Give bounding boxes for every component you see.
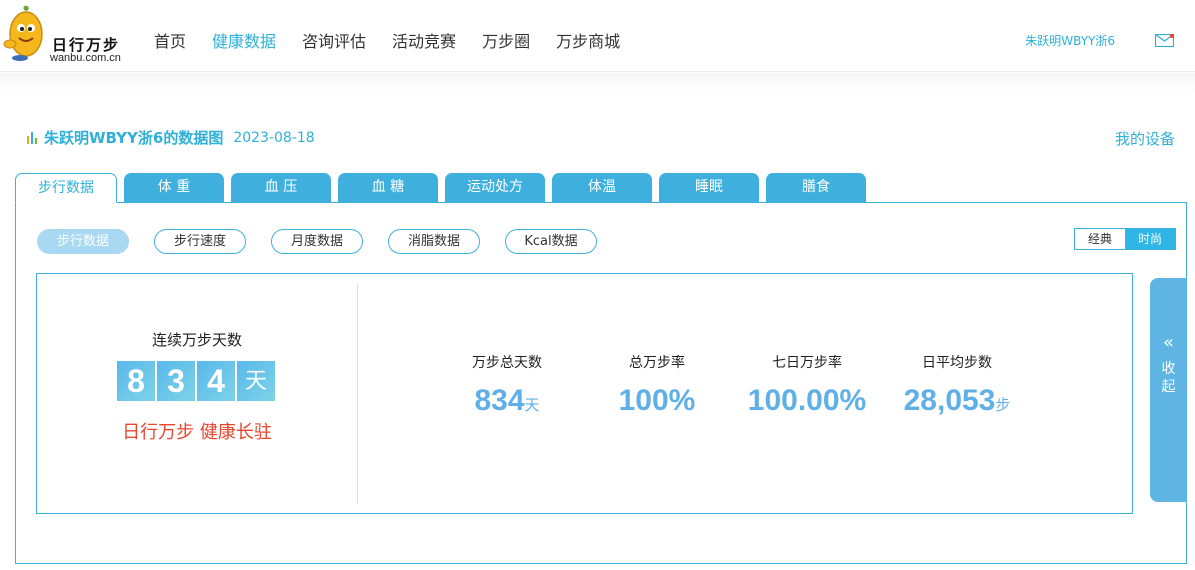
- mascot-icon: [3, 5, 43, 61]
- stat-label: 七日万步率: [772, 355, 842, 371]
- nav-health-data[interactable]: 健康数据: [212, 28, 276, 52]
- stats-box: 连续万步天数 8 3 4 天 日行万步 健康长驻 万步总天数 834天 总万步率…: [36, 273, 1133, 514]
- stat-seven-day-rate: 七日万步率 100.00%: [727, 352, 887, 418]
- top-header: 日行万步 wanbu.com.cn 首页 健康数据 咨询评估 活动竞赛 万步圈 …: [0, 0, 1195, 72]
- slogan: 日行万步 健康长驻: [122, 422, 272, 443]
- main-nav: 首页 健康数据 咨询评估 活动竞赛 万步圈 万步商城: [141, 28, 633, 52]
- collapse-label-line2: 起: [1161, 379, 1176, 395]
- stat-total-days: 万步总天数 834天: [427, 352, 587, 418]
- toggle-classic[interactable]: 经典: [1075, 229, 1125, 249]
- streak-label: 连续万步天数: [151, 331, 242, 349]
- stat-unit: 步: [995, 397, 1011, 414]
- stat-number: 28,053: [903, 384, 996, 417]
- nav-wanbu-circle[interactable]: 万步圈: [482, 28, 530, 52]
- view-toggle: 经典 时尚: [1074, 228, 1176, 250]
- logo-domain: wanbu.com.cn: [50, 52, 121, 64]
- subtab-monthly-data[interactable]: 月度数据: [271, 229, 363, 254]
- subtab-walking-speed[interactable]: 步行速度: [154, 229, 246, 254]
- toggle-fashion[interactable]: 时尚: [1125, 229, 1175, 249]
- logo[interactable]: 日行万步 wanbu.com.cn: [2, 4, 132, 64]
- nav-consult[interactable]: 咨询评估: [302, 28, 366, 52]
- divider: [357, 284, 358, 504]
- tab-temperature[interactable]: 体温: [552, 173, 652, 203]
- title-row: 朱跃明WBYY浙6的数据图 2023-08-18: [27, 127, 315, 148]
- page-title: 朱跃明WBYY浙6的数据图: [44, 129, 224, 147]
- stat-total-rate: 总万步率 100%: [577, 352, 737, 418]
- header-shadow: [0, 73, 1195, 97]
- streak-digit: 3: [157, 361, 195, 401]
- subtab-walking-data[interactable]: 步行数据: [37, 229, 129, 254]
- subtab-fat-burn[interactable]: 消脂数据: [388, 229, 480, 254]
- stat-label: 日平均步数: [922, 355, 992, 371]
- stat-number: 100.00%: [747, 384, 867, 417]
- tab-blood-sugar[interactable]: 血 糖: [338, 173, 438, 203]
- nav-mall[interactable]: 万步商城: [556, 28, 620, 52]
- user-name-link[interactable]: 朱跃明WBYY浙6: [1025, 32, 1115, 49]
- tab-exercise-prescription[interactable]: 运动处方: [445, 173, 545, 203]
- nav-activities[interactable]: 活动竞赛: [392, 28, 456, 52]
- subtab-kcal[interactable]: Kcal数据: [505, 229, 597, 254]
- mail-icon[interactable]: [1155, 34, 1174, 47]
- streak-digit: 4: [197, 361, 235, 401]
- stat-label: 万步总天数: [472, 355, 542, 371]
- tab-diet[interactable]: 膳食: [766, 173, 866, 203]
- my-device-link[interactable]: 我的设备: [1115, 128, 1175, 149]
- stat-number: 100%: [618, 384, 696, 417]
- stat-label: 总万步率: [629, 355, 685, 371]
- stat-value: 100.00%: [727, 384, 887, 418]
- data-panel: 步行数据 步行速度 月度数据 消脂数据 Kcal数据 经典 时尚 连续万步天数 …: [15, 202, 1187, 564]
- tab-sleep[interactable]: 睡眠: [659, 173, 759, 203]
- stat-daily-average: 日平均步数 28,053步: [877, 352, 1037, 418]
- tab-walking[interactable]: 步行数据: [15, 173, 117, 203]
- tab-weight[interactable]: 体 重: [124, 173, 224, 203]
- streak-counter: 8 3 4 天: [117, 361, 277, 401]
- collapse-label: 收起: [1150, 360, 1187, 396]
- stat-value: 100%: [577, 384, 737, 418]
- nav-home[interactable]: 首页: [154, 28, 186, 52]
- stat-value: 834天: [427, 384, 587, 418]
- collapse-label-line1: 收: [1161, 361, 1176, 377]
- bar-chart-icon: [27, 131, 37, 144]
- stat-value: 28,053步: [877, 384, 1037, 418]
- streak-unit: 天: [237, 361, 275, 401]
- collapse-button[interactable]: « 收起: [1150, 278, 1187, 502]
- page-date: 2023-08-18: [233, 129, 315, 146]
- streak-digit: 8: [117, 361, 155, 401]
- stat-number: 834: [474, 384, 525, 417]
- double-chevron-left-icon: «: [1162, 332, 1174, 353]
- tab-blood-pressure[interactable]: 血 压: [231, 173, 331, 203]
- stat-unit: 天: [524, 397, 540, 414]
